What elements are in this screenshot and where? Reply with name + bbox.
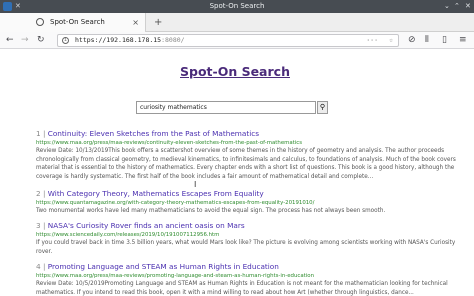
result-item: 2 | With Category Theory, Mathematics Es… xyxy=(36,189,456,216)
page-viewport: Spot-On Search curiosity mathematics ⚲ 1… xyxy=(0,50,474,296)
result-snippet: Review Date: 10/13/2019This book offers … xyxy=(36,148,456,180)
search-button[interactable]: ⚲ xyxy=(317,101,328,114)
maximize-icon[interactable]: ⌃ xyxy=(454,0,460,13)
url-text: https://192.168.178.15:8080/ xyxy=(75,36,185,44)
new-tab-button[interactable]: + xyxy=(154,13,162,32)
tracking-block-icon[interactable]: ⊘ xyxy=(408,33,416,48)
window-title: Spot-On Search xyxy=(209,2,265,10)
result-url[interactable]: https://www.quantamagazine.org/with-cate… xyxy=(36,199,456,207)
result-item: 3 | NASA's Curiosity Rover finds an anci… xyxy=(36,221,456,256)
minimize-icon[interactable]: ⌄ xyxy=(444,0,450,13)
forward-arrow-icon[interactable]: → xyxy=(21,33,29,48)
address-bar[interactable]: i https://192.168.178.15:8080/ ··· ☆ xyxy=(57,34,399,47)
bookmark-star-icon[interactable]: ☆ xyxy=(389,35,393,46)
result-snippet: Review Date: 10/5/2019Promoting Language… xyxy=(36,281,448,296)
window-titlebar: ✕ Spot-On Search ⌄ ⌃ ✕ xyxy=(0,0,474,13)
result-item: 4 | Promoting Language and STEAM as Huma… xyxy=(36,262,456,296)
text-cursor-icon: I xyxy=(194,180,197,189)
info-icon[interactable]: i xyxy=(62,37,69,44)
search-icon: ⚲ xyxy=(319,103,326,111)
globe-icon xyxy=(36,18,44,26)
search-input[interactable]: curiosity mathematics xyxy=(136,101,316,114)
result-url[interactable]: https://www.maa.org/press/maa-reviews/co… xyxy=(36,139,456,147)
result-snippet: Two monumental works have led many mathe… xyxy=(36,208,386,214)
result-url[interactable]: https://www.sciencedaily.com/releases/20… xyxy=(36,231,456,239)
back-arrow-icon[interactable]: ← xyxy=(6,33,14,48)
result-title[interactable]: 2 | With Category Theory, Mathematics Es… xyxy=(36,189,456,199)
sidebar-icon[interactable]: ▯ xyxy=(442,33,447,48)
page-title[interactable]: Spot-On Search xyxy=(180,64,290,79)
result-item: 1 | Continuity: Eleven Sketches from the… xyxy=(36,129,456,181)
result-title[interactable]: 3 | NASA's Curiosity Rover finds an anci… xyxy=(36,221,456,231)
page-actions-icon[interactable]: ··· xyxy=(366,35,378,46)
close-tab-icon[interactable]: × xyxy=(132,13,139,32)
tab-label: Spot-On Search xyxy=(50,18,105,26)
menu-icon[interactable]: ≡ xyxy=(459,33,467,48)
library-icon[interactable]: ⫴ xyxy=(425,33,429,48)
result-title[interactable]: 4 | Promoting Language and STEAM as Huma… xyxy=(36,262,456,272)
result-snippet: If you could travel back in time 3.5 bil… xyxy=(36,240,456,255)
close-window-icon[interactable]: ✕ xyxy=(465,0,471,13)
result-url[interactable]: https://www.maa.org/press/maa-reviews/pr… xyxy=(36,272,456,280)
reload-icon[interactable]: ↻ xyxy=(37,33,45,48)
tab-bar: ⋮ Spot-On Search × + xyxy=(0,13,474,32)
tab-spot-on-search[interactable]: Spot-On Search × xyxy=(0,13,146,32)
result-title[interactable]: 1 | Continuity: Eleven Sketches from the… xyxy=(36,129,456,139)
navigation-bar: ← → ↻ i https://192.168.178.15:8080/ ···… xyxy=(0,32,474,49)
